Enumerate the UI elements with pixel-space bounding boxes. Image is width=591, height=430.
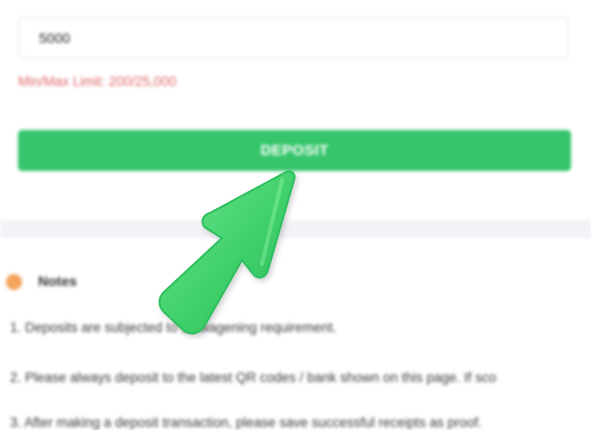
note-item: 3. After making a deposit transaction, p… [10, 415, 482, 430]
notes-title: Notes [38, 273, 77, 289]
amount-value: 5000 [39, 30, 71, 46]
dot-icon [6, 274, 22, 290]
limit-text: Min/Max Limit: 200/25,000 [18, 74, 177, 89]
arrow-pointer-icon [158, 170, 296, 335]
deposit-button-label: DEPOSIT [260, 142, 329, 159]
note-item: 2. Please always deposit to the latest Q… [10, 370, 497, 385]
amount-input[interactable]: 5000 [18, 17, 569, 59]
